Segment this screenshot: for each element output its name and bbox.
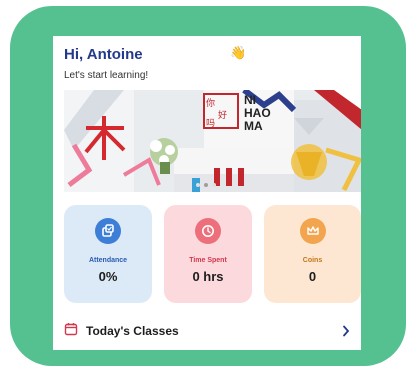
svg-text:NI: NI (244, 93, 256, 107)
svg-text:你: 你 (206, 97, 215, 109)
svg-text:好: 好 (218, 109, 227, 121)
attendance-icon (95, 218, 121, 244)
calendar-icon (64, 322, 78, 341)
chevron-right-icon[interactable] (342, 324, 350, 342)
carousel-dot[interactable] (196, 183, 200, 187)
time-spent-value: 0 hrs (192, 269, 224, 284)
attendance-value: 0% (98, 269, 118, 284)
greeting-title: Hi, Antoine (64, 46, 143, 63)
greeting-subtitle: Let's start learning! (64, 70, 149, 81)
todays-classes-title: Today's Classes (86, 324, 179, 338)
svg-text:吗: 吗 (206, 118, 215, 129)
attendance-label: Attendance (88, 257, 128, 264)
carousel-dot-active[interactable] (204, 183, 208, 187)
coins-value: 0 (308, 269, 317, 284)
carousel-dot[interactable] (212, 183, 216, 187)
time-spent-label: Time Spent (189, 257, 227, 264)
banner-photo: 你 好 吗 NI HAO MA (64, 90, 361, 192)
attendance-card[interactable]: Attendance 0% (64, 205, 152, 303)
clock-icon (195, 218, 221, 244)
crown-icon (299, 218, 326, 244)
coins-card[interactable]: Coins 0 (264, 205, 361, 303)
svg-text:HAO: HAO (244, 106, 271, 120)
wave-hand-icon: 👋 (230, 45, 247, 60)
banner-image[interactable]: 你 好 吗 NI HAO MA (64, 90, 361, 192)
svg-text:MA: MA (244, 119, 263, 133)
carousel-dots[interactable] (196, 183, 216, 187)
time-spent-card[interactable]: Time Spent 0 hrs (164, 205, 252, 303)
todays-classes-row[interactable]: Today's Classes (64, 321, 350, 341)
app-screen: Hi, Antoine 👋 Let's start learning! 你 好 (53, 36, 361, 350)
coins-label: Coins (302, 257, 323, 264)
